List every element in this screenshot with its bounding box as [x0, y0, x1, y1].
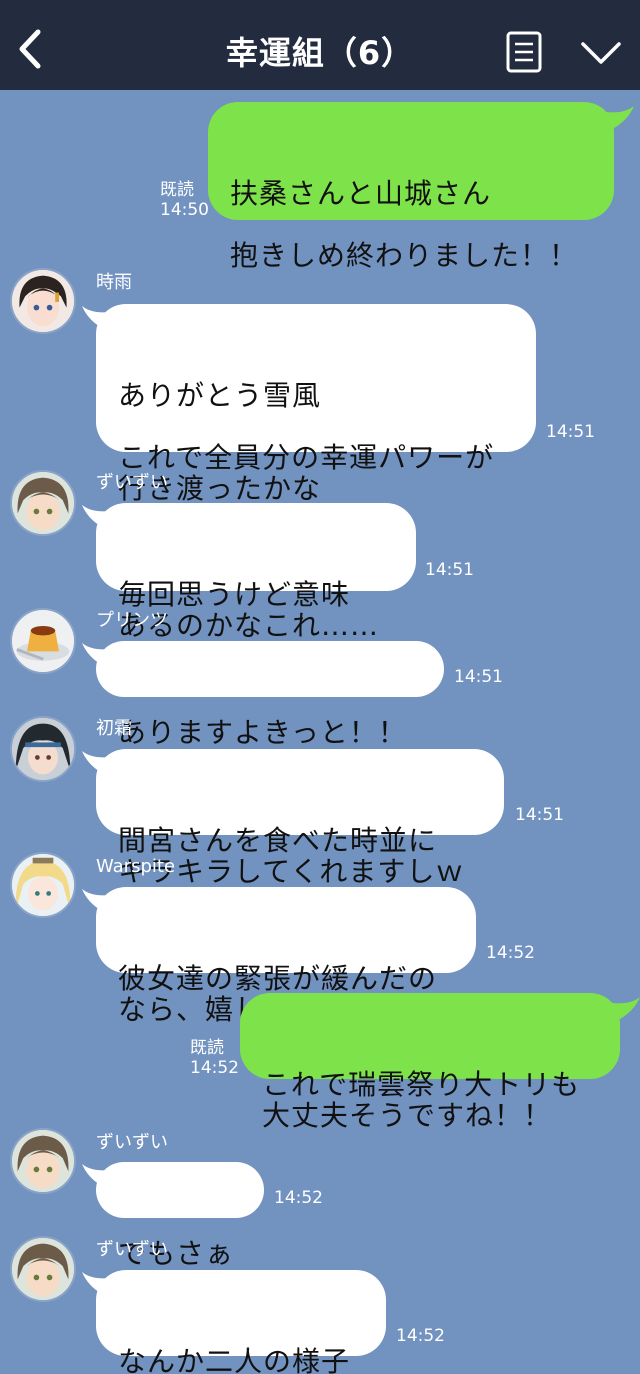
list-icon	[506, 31, 542, 73]
message-text: ありがとう雪風 これで全員分の幸運パワーが 行き渡ったかな	[118, 379, 495, 505]
message-time: 14:51	[515, 805, 564, 825]
sender-name: 時雨	[96, 272, 132, 293]
avatar-warspite[interactable]	[10, 852, 76, 918]
message-time: 14:52	[190, 1058, 239, 1078]
message-time: 14:51	[425, 560, 474, 580]
message-bubble[interactable]: でもさぁ	[82, 1162, 264, 1269]
avatar-zuizui[interactable]	[10, 1128, 76, 1194]
sender-name: プリンツ	[96, 610, 168, 631]
avatar-prinz[interactable]	[10, 608, 76, 674]
my-message-bubble[interactable]: これで瑞雲祭り大トリも 大丈夫そうですね！！	[240, 993, 640, 1131]
message-bubble[interactable]: 彼女達の緊張が緩んだの なら、嬉しいわ	[82, 887, 476, 1025]
read-status: 既読	[190, 1038, 224, 1058]
sender-name: ずいずい	[96, 1239, 168, 1260]
message-time: 14:51	[454, 667, 503, 687]
message-time: 14:50	[160, 200, 209, 220]
message-bubble[interactable]: ありますよきっと！！	[82, 641, 444, 748]
message-bubble[interactable]: 毎回思うけど意味 あるのかなこれ……	[82, 503, 416, 641]
avatar-shigure[interactable]	[10, 268, 76, 334]
chat-room-title: 幸運組（6）	[225, 34, 415, 72]
avatar-zuizui[interactable]	[10, 470, 76, 536]
sender-name: Warspite	[96, 856, 176, 877]
menu-button[interactable]	[504, 30, 544, 74]
message-text: ありますよきっと！！	[118, 716, 407, 749]
message-bubble[interactable]: 間宮さんを食べた時並に キラキラしてくれますしｗ	[82, 749, 504, 887]
message-bubble[interactable]: ありがとう雪風 これで全員分の幸運パワーが 行き渡ったかな	[82, 304, 536, 504]
expand-button[interactable]	[578, 34, 624, 70]
avatar-hatsushimo[interactable]	[10, 716, 76, 782]
my-message-bubble[interactable]: 扶桑さんと山城さん 抱きしめ終わりました！！	[208, 102, 634, 271]
sender-name: ずいずい	[96, 472, 168, 493]
message-time: 14:52	[486, 943, 535, 963]
message-text: 扶桑さんと山城さん 抱きしめ終わりました！！	[230, 177, 579, 272]
chevron-down-icon	[581, 42, 621, 64]
message-bubble[interactable]: なんか二人の様子 おかしくない？	[82, 1270, 386, 1374]
read-status: 既読	[160, 180, 194, 200]
sender-name: 初霜	[96, 718, 132, 739]
message-time: 14:52	[274, 1188, 323, 1208]
chat-header: 幸運組（6）	[0, 0, 640, 90]
sender-name: ずいずい	[96, 1132, 168, 1153]
message-time: 14:51	[546, 422, 595, 442]
message-text: なんか二人の様子 おかしくない？	[118, 1345, 351, 1374]
avatar-zuizui[interactable]	[10, 1236, 76, 1302]
message-time: 14:52	[396, 1326, 445, 1346]
message-text: これで瑞雲祭り大トリも 大丈夫そうですね！！	[262, 1068, 581, 1132]
